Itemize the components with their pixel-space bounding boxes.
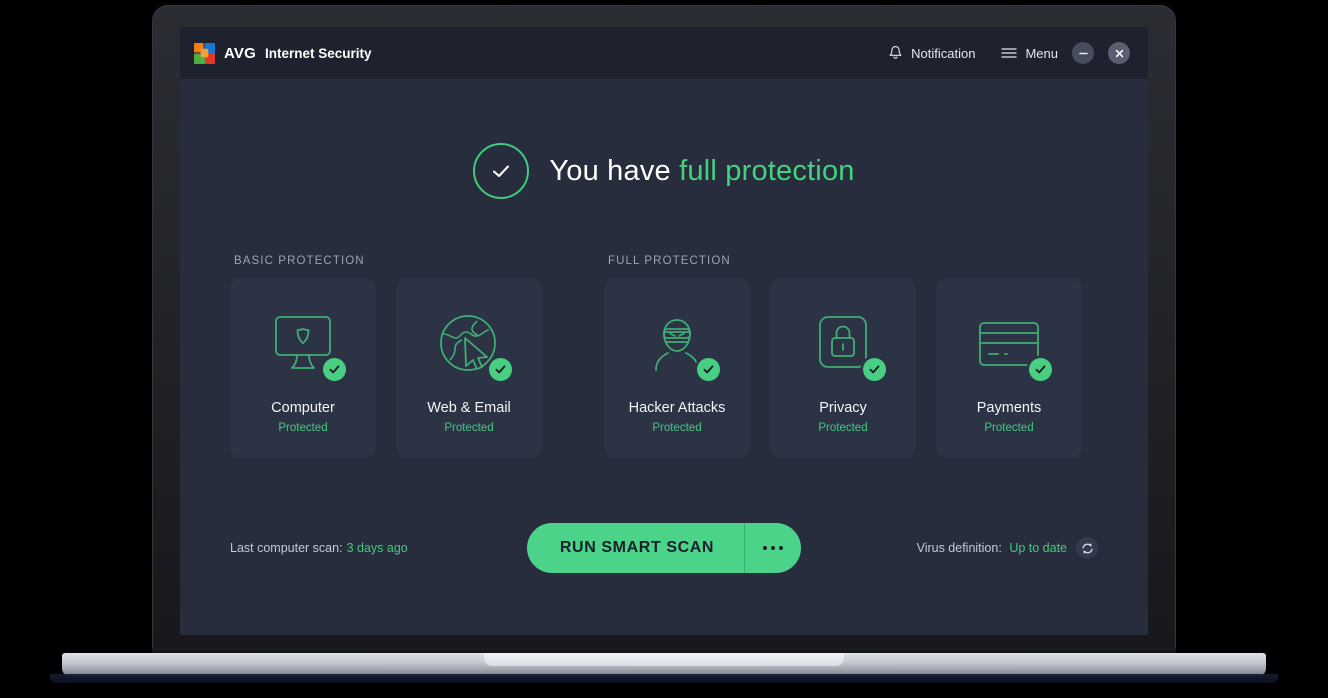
check-icon [1035,365,1046,374]
headline-prefix: You have [549,154,671,187]
headline-accent: full protection [679,154,855,187]
protected-badge [323,358,346,381]
card-title: Web & Email [427,400,511,416]
card-privacy-icon-wrap [804,307,886,381]
brand-name: AVG [224,44,256,62]
card-status: Protected [444,422,494,434]
card-privacy[interactable]: Privacy Protected [770,279,916,457]
section-title-basic: BASIC PROTECTION [234,255,365,267]
card-web-email-icon-wrap [430,307,512,381]
virus-definition-value: Up to date [1009,541,1067,555]
virus-definition-text: Virus definition: Up to date [917,541,1067,555]
card-title: Hacker Attacks [628,400,726,416]
notification-label: Notification [911,45,976,61]
full-protection-group: Hacker Attacks Protected Privacy Protect… [604,279,1082,457]
card-status: Protected [984,422,1034,434]
laptop-foot-shadow [50,674,1278,683]
run-smart-scan-label: RUN SMART SCAN [559,539,715,556]
notification-button[interactable]: Notification [888,45,975,61]
card-hacker-icon-wrap [638,307,720,381]
window-titlebar: AVG Internet Security Notification Menu [180,27,1148,79]
refresh-definitions-button[interactable] [1076,537,1098,559]
card-hacker-attacks[interactable]: Hacker Attacks Protected [604,279,750,457]
ellipsis-dot [779,546,784,550]
app-body: You have full protection BASIC PROTECTIO… [180,79,1148,635]
check-icon [329,365,340,374]
section-title-full: FULL PROTECTION [608,255,731,267]
menu-label: Menu [1025,45,1058,61]
check-icon [869,365,880,374]
laptop-base-notch [484,653,844,666]
avg-logo-icon [194,42,215,64]
basic-protection-group: Computer Protected Web & Email Protected [230,279,542,457]
avg-internet-security-window: AVG Internet Security Notification Menu … [180,27,1148,635]
check-circle-icon [493,165,510,177]
protected-badge [489,358,512,381]
hamburger-menu-icon [1001,48,1018,58]
ellipsis-dot [763,546,768,550]
menu-button[interactable]: Menu [1001,46,1058,61]
card-status: Protected [278,422,328,434]
last-scan-value: 3 days ago [346,541,408,555]
last-scan-info: Last computer scan: 3 days ago [230,541,527,555]
check-icon [495,365,506,374]
headline-text: You have full protection [549,155,854,188]
close-button[interactable] [1108,42,1130,64]
protected-badge [1029,358,1052,381]
laptop-mockup-scene: AVG Internet Security Notification Menu … [0,0,1328,698]
close-icon [1115,49,1123,57]
virus-definition-info: Virus definition: Up to date [801,537,1098,559]
status-check-circle [473,143,530,199]
minimize-icon [1078,52,1088,54]
bell-icon [889,46,902,59]
protection-status-headline: You have full protection [230,143,1098,199]
scan-more-options-button[interactable] [745,523,801,573]
card-payments[interactable]: Payments Protected [936,279,1082,457]
card-title: Privacy [819,400,867,416]
minimize-button[interactable] [1072,42,1094,64]
card-web-email[interactable]: Web & Email Protected [396,279,542,457]
ellipsis-dot [771,546,776,550]
app-footer: Last computer scan: 3 days ago RUN SMART… [230,523,1098,573]
run-smart-scan-button[interactable]: RUN SMART SCAN [526,523,802,573]
card-payments-icon-wrap [970,307,1052,381]
card-computer-icon-wrap [264,307,346,381]
card-title: Computer [271,400,335,416]
card-title: Payments [976,400,1042,416]
product-name: Internet Security [265,45,372,61]
virus-definition-label: Virus definition: [916,541,1002,555]
laptop-lid: AVG Internet Security Notification Menu … [152,5,1176,655]
app-brand: AVG Internet Security [194,42,372,64]
card-status: Protected [652,422,702,434]
protection-cards: Computer Protected Web & Email Protected… [230,279,1098,457]
card-status: Protected [818,422,868,434]
protected-badge [863,358,886,381]
check-icon [703,365,714,374]
section-headers: BASIC PROTECTION FULL PROTECTION [230,255,1098,267]
refresh-icon [1081,542,1093,554]
card-computer[interactable]: Computer Protected [230,279,376,457]
last-scan-label: Last computer scan: [230,541,343,555]
protected-badge [697,358,720,381]
laptop-screen: AVG Internet Security Notification Menu … [180,27,1148,635]
group-gap [542,279,604,457]
